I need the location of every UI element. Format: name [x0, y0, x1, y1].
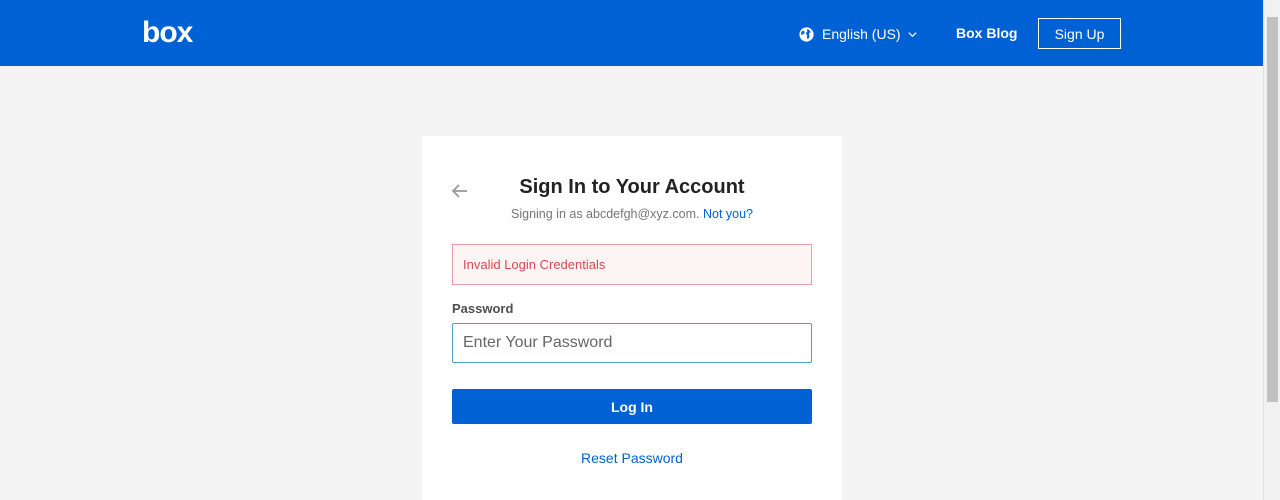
page-title: Sign In to Your Account: [519, 176, 745, 198]
top-navigation-bar: box English (US) Box Blog Sign Up: [0, 0, 1263, 66]
error-message: Invalid Login Credentials: [463, 257, 606, 272]
box-logo[interactable]: box: [142, 18, 193, 48]
scrollbar-thumb[interactable]: [1267, 17, 1278, 402]
password-label: Password: [452, 301, 514, 316]
box-blog-link[interactable]: Box Blog: [956, 25, 1017, 41]
page: box English (US) Box Blog Sign Up Sign I…: [0, 0, 1280, 500]
error-alert: Invalid Login Credentials: [452, 244, 812, 285]
chevron-down-icon: [908, 31, 917, 37]
log-in-button[interactable]: Log In: [452, 389, 812, 424]
not-you-link[interactable]: Not you?: [703, 207, 753, 221]
password-field[interactable]: [452, 323, 812, 363]
reset-password-link[interactable]: Reset Password: [422, 450, 842, 466]
signing-in-as-text: Signing in as abcdefgh@xyz.com. Not you?: [422, 207, 842, 221]
signing-in-email: Signing in as abcdefgh@xyz.com.: [511, 207, 700, 221]
language-selector[interactable]: English (US): [798, 24, 918, 44]
sign-up-button[interactable]: Sign Up: [1038, 18, 1121, 49]
language-label: English (US): [822, 26, 901, 42]
globe-icon: [799, 26, 814, 42]
vertical-scrollbar[interactable]: [1263, 0, 1280, 500]
